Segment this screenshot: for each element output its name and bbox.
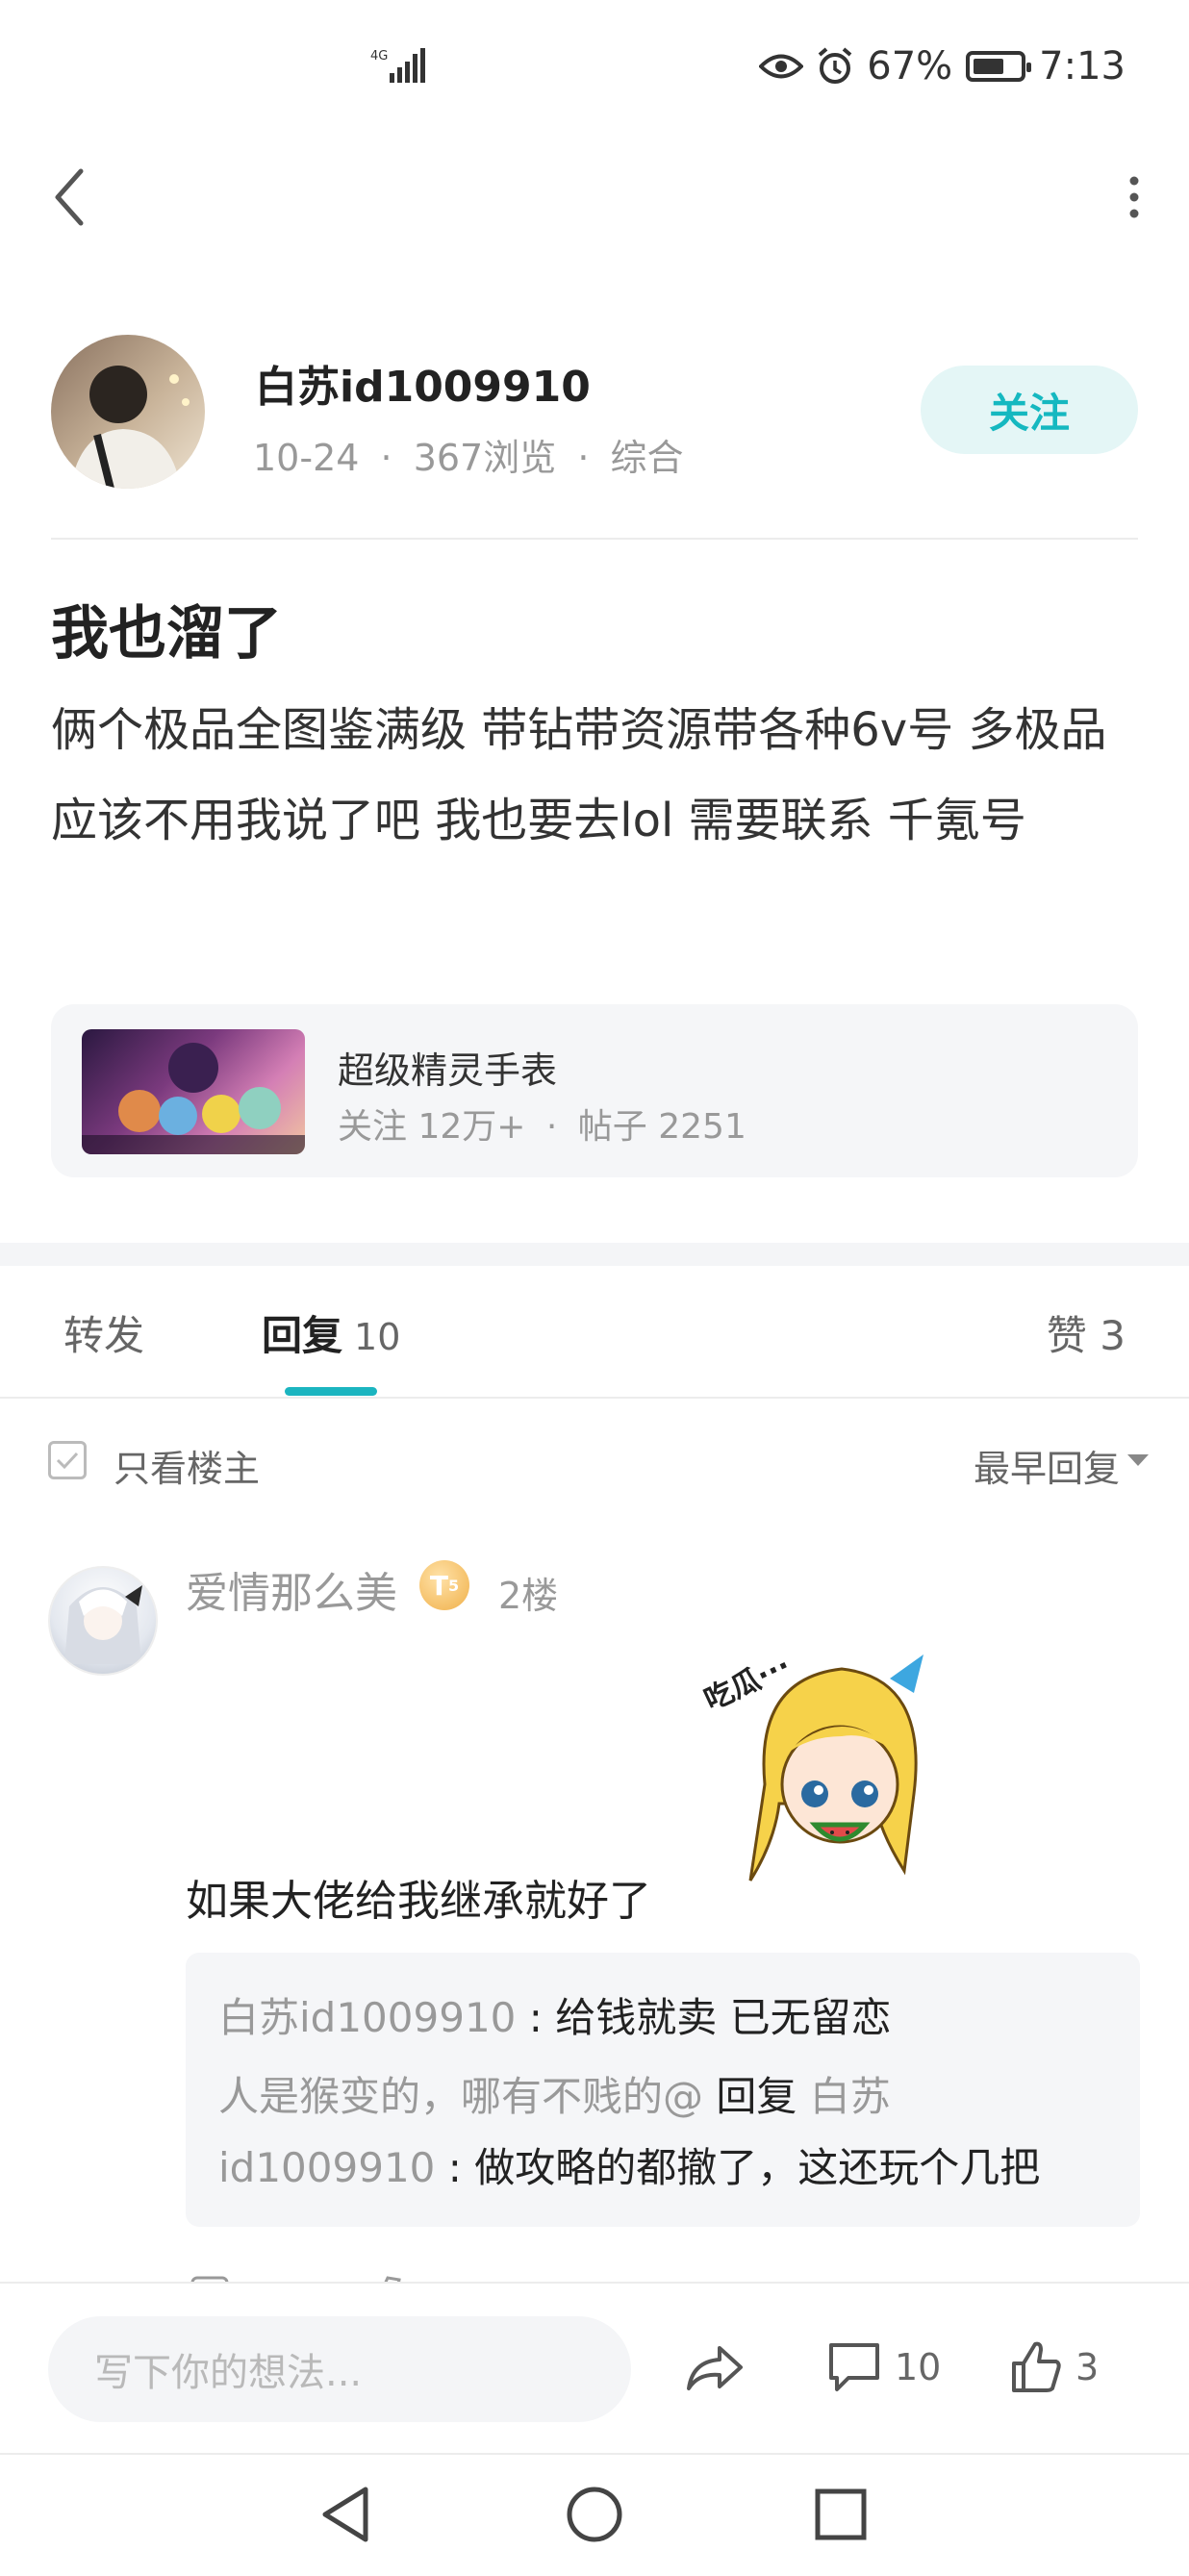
back-triangle-icon[interactable]: [317, 2484, 375, 2545]
sub-reply-2-cont: id1009910 : 做攻略的都撤了，这还玩个几把: [218, 2144, 1041, 2191]
status-bar: 4G 67% 7:13: [0, 0, 1189, 135]
comment-icon: [829, 2343, 879, 2391]
comment-input[interactable]: 写下你的想法...: [48, 2316, 631, 2422]
status-right: 67% 7:13: [759, 42, 1126, 90]
clock: 7:13: [1039, 44, 1126, 88]
sub-reply-1: 白苏id1009910 : 给钱就卖 已无留恋: [218, 1994, 892, 2041]
level-badge: T5: [419, 1560, 469, 1610]
view-count: 367浏览: [413, 437, 557, 479]
quoted-replies[interactable]: 白苏id1009910 : 给钱就卖 已无留恋 人是猴变的，哪有不贱的@ 回复 …: [186, 1953, 1140, 2227]
battery-icon: [966, 51, 1032, 82]
tab-reply-label: 回复: [262, 1312, 343, 1359]
share-icon: [687, 2346, 743, 2390]
forum-card[interactable]: 超级精灵手表 关注 12万+ · 帖子 2251: [51, 1004, 1138, 1177]
share-button[interactable]: [685, 2324, 745, 2411]
home-circle-icon[interactable]: [564, 2484, 625, 2545]
recent-square-icon[interactable]: [812, 2484, 870, 2545]
signal-icon: 4G: [370, 48, 425, 83]
reply-username[interactable]: 爱情那么美: [186, 1558, 397, 1620]
bottom-action-bar: 写下你的想法... 10 3: [0, 2282, 1189, 2455]
forum-name: 超级精灵手表: [338, 1049, 558, 1092]
only-op-label[interactable]: 只看楼主: [114, 1439, 260, 1492]
tab-like[interactable]: 赞 3: [1047, 1303, 1126, 1362]
post-title: 我也溜了: [51, 600, 282, 668]
sort-dropdown[interactable]: 最早回复: [974, 1439, 1120, 1492]
like-button[interactable]: 3: [1010, 2324, 1099, 2411]
like-count: 3: [1075, 2346, 1100, 2388]
only-op-checkbox[interactable]: [48, 1441, 87, 1479]
reply-text: 如果大佬给我继承就好了: [186, 1877, 651, 1926]
eye-icon: [759, 54, 804, 79]
section-separator: [0, 1243, 1189, 1266]
system-navigation: [0, 2453, 1189, 2576]
chevron-left-icon[interactable]: [50, 164, 89, 231]
tab-reply[interactable]: 回复 10: [262, 1303, 400, 1362]
divider: [0, 1397, 1189, 1399]
forum-thumbnail: [82, 1029, 305, 1154]
more-vertical-icon[interactable]: [1120, 173, 1149, 221]
comment-count: 10: [895, 2346, 942, 2388]
divider: [51, 538, 1138, 540]
caret-down-icon[interactable]: [1127, 1454, 1149, 1466]
active-tab-indicator: [285, 1387, 377, 1396]
comment-button[interactable]: 10: [827, 2324, 941, 2411]
floor-number: 2楼: [498, 1575, 559, 1617]
reply-avatar[interactable]: [48, 1566, 158, 1676]
check-icon: [56, 1452, 79, 1470]
tab-reply-count: 10: [354, 1316, 401, 1358]
author-avatar[interactable]: [51, 335, 205, 489]
forum-stats: 关注 12万+ · 帖子 2251: [338, 1107, 746, 1147]
post-body: 俩个极品全图鉴满级 带钻带资源带各种6v号 多极品应该不用我说了吧 我也要去lo…: [51, 703, 1107, 847]
sticker-eating-watermelon: 吃瓜···: [699, 1649, 923, 1881]
tab-repost[interactable]: 转发: [63, 1303, 144, 1362]
sub-reply-2: 人是猴变的，哪有不贱的@ 回复 白苏: [218, 2073, 891, 2120]
post-date: 10-24: [253, 437, 360, 479]
network-type: 4G: [370, 49, 388, 63]
alarm-icon: [818, 47, 852, 84]
follow-button[interactable]: 关注: [921, 366, 1138, 454]
post-category: 综合: [610, 437, 684, 479]
post-meta: 10-24 · 367浏览 · 综合: [253, 437, 684, 479]
battery-percent: 67%: [867, 44, 953, 88]
author-name[interactable]: 白苏id1009910: [255, 352, 591, 414]
thumbs-up-icon: [1012, 2341, 1061, 2392]
